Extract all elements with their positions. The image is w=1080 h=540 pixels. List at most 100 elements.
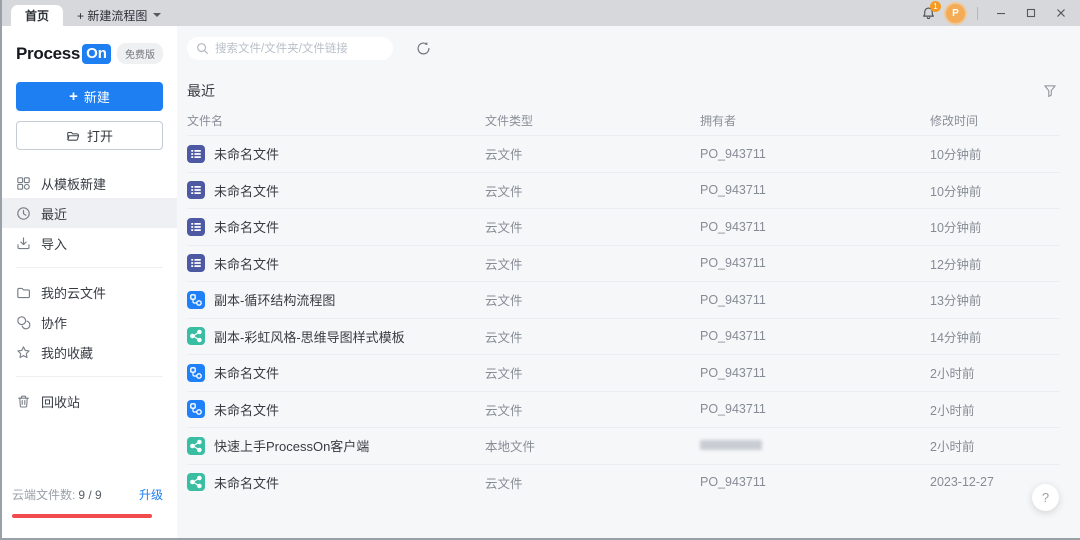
redacted-owner-blur xyxy=(700,440,762,450)
storage-label: 云端文件数: xyxy=(12,486,75,503)
maximize-button[interactable] xyxy=(1020,3,1042,23)
file-owner: PO_943711 xyxy=(700,402,930,416)
sidebar-item-label: 从模板新建 xyxy=(41,174,106,193)
sidebar-menu: 从模板新建 最近 导入 xyxy=(2,168,177,416)
open-file-button[interactable]: 打开 xyxy=(16,121,163,150)
sidebar-item-recent[interactable]: 最近 xyxy=(2,198,177,228)
file-type: 云文件 xyxy=(485,181,700,200)
tab-home-label: 首页 xyxy=(25,7,49,24)
file-modified-time: 10分钟前 xyxy=(930,217,1060,236)
file-owner: PO_943711 xyxy=(700,475,930,489)
mindmap-file-icon xyxy=(187,437,205,455)
minimize-icon xyxy=(995,7,1007,19)
table-row[interactable]: 未命名文件 云文件 PO_943711 12分钟前 xyxy=(187,245,1060,282)
trash-icon xyxy=(16,394,31,409)
upgrade-link[interactable]: 升级 xyxy=(139,486,163,503)
titlebar-right: 1 P xyxy=(918,0,1072,26)
refresh-button[interactable] xyxy=(413,39,433,59)
file-owner xyxy=(700,439,930,453)
sidebar-item-label: 导入 xyxy=(41,234,67,253)
sidebar-item-trash[interactable]: 回收站 xyxy=(2,386,177,416)
table-row[interactable]: 未命名文件 云文件 PO_943711 10分钟前 xyxy=(187,172,1060,209)
file-name: 快速上手ProcessOn客户端 xyxy=(214,436,369,455)
file-owner: PO_943711 xyxy=(700,293,930,307)
file-name: 未命名文件 xyxy=(214,473,279,492)
processon-window: 首页 + 新建流程图 1 P xyxy=(0,0,1080,540)
main-content: 最近 文件名 文件类型 拥有者 修改时间 xyxy=(177,26,1080,538)
import-icon xyxy=(16,236,31,251)
file-owner: PO_943711 xyxy=(700,220,930,234)
table-file-icon xyxy=(187,254,205,272)
tab-home[interactable]: 首页 xyxy=(11,5,63,26)
column-header-filename: 文件名 xyxy=(187,112,485,129)
file-owner: PO_943711 xyxy=(700,329,930,343)
file-type: 云文件 xyxy=(485,400,700,419)
logo-text-process: Process xyxy=(16,44,80,64)
file-name: 未命名文件 xyxy=(214,217,279,236)
maximize-icon xyxy=(1025,7,1037,19)
plus-icon: + xyxy=(69,89,78,104)
table-row[interactable]: 副本-循环结构流程图 云文件 PO_943711 13分钟前 xyxy=(187,281,1060,318)
close-button[interactable] xyxy=(1050,3,1072,23)
sidebar: Process On 免费版 + 新建 打开 从模板新建 xyxy=(2,26,177,538)
notification-badge: 1 xyxy=(930,1,941,12)
table-row[interactable]: 快速上手ProcessOn客户端 本地文件 2小时前 xyxy=(187,427,1060,464)
search-input[interactable] xyxy=(187,37,393,60)
search-box xyxy=(187,37,393,60)
file-type: 云文件 xyxy=(485,254,700,273)
file-modified-time: 14分钟前 xyxy=(930,327,1060,346)
file-name: 未命名文件 xyxy=(214,363,279,382)
sidebar-divider xyxy=(16,376,163,377)
sidebar-item-label: 回收站 xyxy=(41,392,80,411)
sidebar-item-my-cloud-files[interactable]: 我的云文件 xyxy=(2,277,177,307)
filter-button[interactable] xyxy=(1040,81,1060,101)
notifications-button[interactable]: 1 xyxy=(918,3,938,23)
file-owner: PO_943711 xyxy=(700,147,930,161)
storage-progress-bar xyxy=(12,514,152,518)
file-owner: PO_943711 xyxy=(700,366,930,380)
search-row xyxy=(187,26,1060,60)
file-type: 云文件 xyxy=(485,290,700,309)
sidebar-item-label: 我的收藏 xyxy=(41,343,93,362)
file-modified-time: 2小时前 xyxy=(930,436,1060,455)
chevron-down-icon xyxy=(153,13,161,17)
sidebar-divider xyxy=(16,267,163,268)
new-file-label: 新建 xyxy=(84,87,110,106)
clock-icon xyxy=(16,206,31,221)
sidebar-item-new-from-template[interactable]: 从模板新建 xyxy=(2,168,177,198)
table-row[interactable]: 未命名文件 云文件 PO_943711 2小时前 xyxy=(187,391,1060,428)
flowchart-file-icon xyxy=(187,364,205,382)
column-header-filetype: 文件类型 xyxy=(485,112,700,129)
titlebar-divider xyxy=(977,7,978,20)
file-modified-time: 2小时前 xyxy=(930,400,1060,419)
sidebar-item-label: 我的云文件 xyxy=(41,283,106,302)
collaboration-icon xyxy=(16,315,31,330)
new-file-button[interactable]: + 新建 xyxy=(16,82,163,111)
help-button[interactable]: ? xyxy=(1032,484,1059,511)
file-owner: PO_943711 xyxy=(700,183,930,197)
mindmap-file-icon xyxy=(187,473,205,491)
table-row[interactable]: 未命名文件 云文件 PO_943711 10分钟前 xyxy=(187,135,1060,172)
page-title: 最近 xyxy=(187,81,215,101)
file-type: 云文件 xyxy=(485,144,700,163)
template-grid-icon xyxy=(16,176,31,191)
table-header: 文件名 文件类型 拥有者 修改时间 xyxy=(187,105,1060,135)
file-modified-time: 12分钟前 xyxy=(930,254,1060,273)
folder-open-icon xyxy=(66,129,80,143)
file-modified-time: 10分钟前 xyxy=(930,144,1060,163)
sidebar-item-collaboration[interactable]: 协作 xyxy=(2,307,177,337)
logo: Process On 免费版 xyxy=(2,26,177,64)
sidebar-item-import[interactable]: 导入 xyxy=(2,228,177,258)
file-type: 云文件 xyxy=(485,473,700,492)
tab-new-flowchart[interactable]: + 新建流程图 xyxy=(63,4,175,26)
table-row[interactable]: 未命名文件 云文件 PO_943711 2023-12-27 xyxy=(187,464,1060,501)
table-row[interactable]: 未命名文件 云文件 PO_943711 10分钟前 xyxy=(187,208,1060,245)
table-row[interactable]: 未命名文件 云文件 PO_943711 2小时前 xyxy=(187,354,1060,391)
sidebar-item-favorites[interactable]: 我的收藏 xyxy=(2,337,177,367)
avatar[interactable]: P xyxy=(946,4,965,23)
table-row[interactable]: 副本-彩虹风格-思维导图样式模板 云文件 PO_943711 14分钟前 xyxy=(187,318,1060,355)
file-modified-time: 10分钟前 xyxy=(930,181,1060,200)
tab-new-flowchart-label: + 新建流程图 xyxy=(77,7,147,24)
minimize-button[interactable] xyxy=(990,3,1012,23)
table-file-icon xyxy=(187,181,205,199)
